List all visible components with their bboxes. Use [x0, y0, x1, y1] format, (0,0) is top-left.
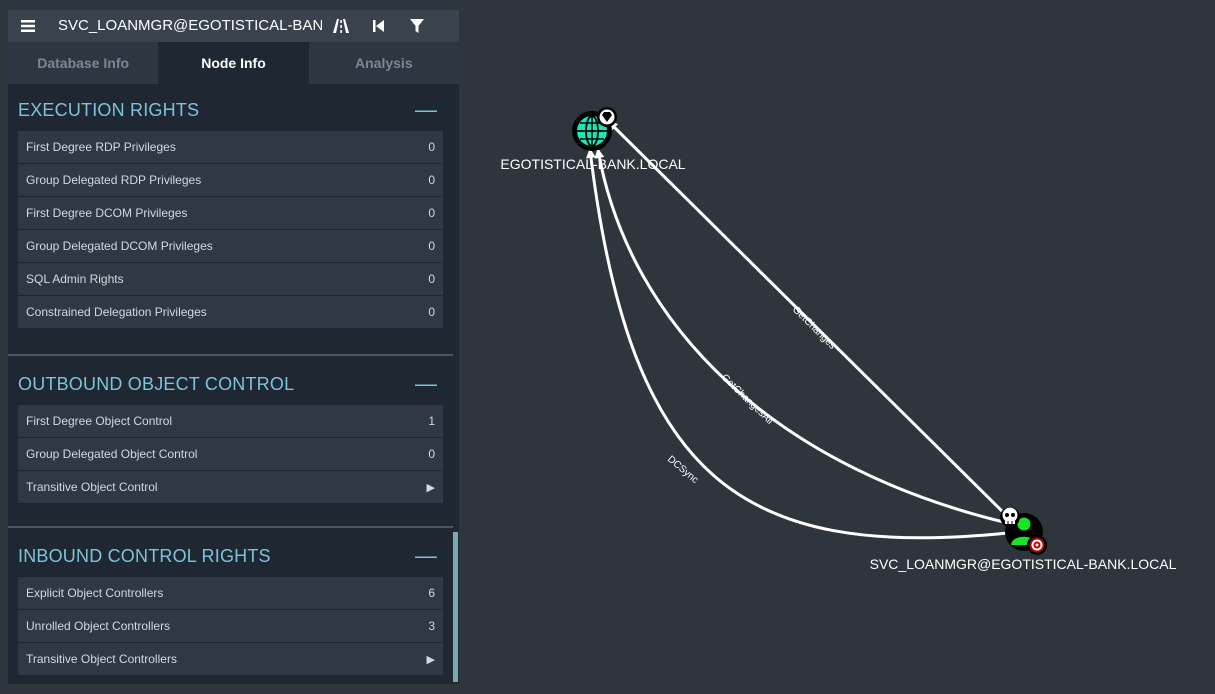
list-item[interactable]: Transitive Object Control ▶	[18, 471, 443, 504]
row-label: First Degree RDP Privileges	[26, 140, 176, 154]
row-value[interactable]: 0	[428, 272, 435, 286]
back-button[interactable]	[360, 10, 398, 42]
list-item[interactable]: Transitive Object Controllers ▶	[18, 643, 443, 676]
user-node[interactable]: SVC_LOANMGR@EGOTISTICAL-BANK.LOCAL	[870, 507, 1177, 572]
domain-node-label: EGOTISTICAL-BANK.LOCAL	[500, 156, 685, 172]
inbound-control-rights-list: Explicit Object Controllers 6 Unrolled Ob…	[18, 577, 443, 676]
collapse-icon[interactable]: —	[415, 99, 443, 121]
row-label: Constrained Delegation Privileges	[26, 305, 207, 319]
road-icon	[333, 19, 349, 33]
search-bar: SVC_LOANMGR@EGOTISTICAL-BANK.LOCAL	[8, 10, 459, 42]
edge-getchangesall[interactable]: GetChangesAll	[594, 148, 1013, 526]
pathfinding-button[interactable]	[322, 10, 360, 42]
section-title: EXECUTION RIGHTS	[18, 99, 200, 120]
filter-icon	[410, 19, 424, 33]
section-title: INBOUND CONTROL RIGHTS	[18, 545, 271, 566]
row-label: Group Delegated RDP Privileges	[26, 173, 202, 187]
domain-node[interactable]: EGOTISTICAL-BANK.LOCAL	[500, 107, 686, 172]
row-value[interactable]: 3	[428, 619, 435, 633]
list-item[interactable]: First Degree DCOM Privileges 0	[18, 197, 443, 230]
edge-dcsync[interactable]: DCSync	[586, 148, 1009, 540]
row-label: Explicit Object Controllers	[26, 586, 164, 600]
section-divider	[8, 354, 453, 356]
search-input[interactable]: SVC_LOANMGR@EGOTISTICAL-BANK.LOCAL	[48, 10, 322, 42]
edge-label-getchangesall: GetChangesAll	[719, 372, 775, 427]
user-node-label: SVC_LOANMGR@EGOTISTICAL-BANK.LOCAL	[870, 556, 1177, 572]
panel-tabs: Database Info Node Info Analysis	[8, 42, 459, 84]
execution-rights-header[interactable]: EXECUTION RIGHTS —	[18, 93, 443, 127]
list-item[interactable]: Group Delegated DCOM Privileges 0	[18, 230, 443, 263]
filter-button[interactable]	[398, 10, 436, 42]
list-item[interactable]: First Degree RDP Privileges 0	[18, 131, 443, 164]
collapse-icon[interactable]: —	[415, 545, 443, 567]
row-label: Transitive Object Controllers	[26, 652, 177, 666]
row-label: First Degree DCOM Privileges	[26, 206, 188, 220]
row-label: Group Delegated DCOM Privileges	[26, 239, 213, 253]
tab-database-info[interactable]: Database Info	[8, 42, 159, 84]
row-label: SQL Admin Rights	[26, 272, 124, 286]
expand-arrow-icon[interactable]: ▶	[427, 481, 435, 494]
row-value[interactable]: 0	[428, 447, 435, 461]
list-item[interactable]: SQL Admin Rights 0	[18, 263, 443, 296]
outbound-object-control-list: First Degree Object Control 1 Group Deleg…	[18, 405, 443, 504]
row-label: Transitive Object Control	[26, 480, 158, 494]
execution-rights-list: First Degree RDP Privileges 0 Group Deleg…	[18, 131, 443, 329]
list-item[interactable]: Group Delegated RDP Privileges 0	[18, 164, 443, 197]
row-value[interactable]: 1	[428, 414, 435, 428]
section-title: OUTBOUND OBJECT CONTROL	[18, 373, 295, 394]
tab-node-info[interactable]: Node Info	[158, 42, 309, 84]
list-item[interactable]: Constrained Delegation Privileges 0	[18, 296, 443, 329]
row-label: First Degree Object Control	[26, 414, 173, 428]
row-value[interactable]: 0	[428, 173, 435, 187]
row-value[interactable]: 0	[428, 239, 435, 253]
hamburger-icon	[21, 20, 35, 32]
node-info-panel: SVC_LOANMGR@EGOTISTICAL-BANK.LOCAL Datab…	[8, 10, 459, 684]
list-item[interactable]: First Degree Object Control 1	[18, 405, 443, 438]
section-divider	[8, 526, 453, 528]
row-label: Unrolled Object Controllers	[26, 619, 171, 633]
row-value[interactable]: 6	[428, 586, 435, 600]
row-label: Group Delegated Object Control	[26, 447, 198, 461]
scrollbar[interactable]	[453, 532, 458, 682]
menu-button[interactable]	[8, 10, 48, 42]
tab-analysis[interactable]: Analysis	[308, 42, 459, 84]
node-info-content[interactable]: EXECUTION RIGHTS — First Degree RDP Priv…	[8, 84, 459, 684]
target-badge-icon	[1027, 535, 1047, 555]
row-value[interactable]: 0	[428, 305, 435, 319]
row-value[interactable]: 0	[428, 206, 435, 220]
list-item[interactable]: Unrolled Object Controllers 3	[18, 610, 443, 643]
outbound-object-control-header[interactable]: OUTBOUND OBJECT CONTROL —	[18, 367, 443, 401]
list-item[interactable]: Explicit Object Controllers 6	[18, 577, 443, 610]
skull-badge-icon	[1000, 507, 1020, 527]
collapse-icon[interactable]: —	[415, 373, 443, 395]
edge-label-getchanges: GetChanges	[790, 304, 838, 351]
diamond-badge-icon	[597, 107, 617, 127]
inbound-control-rights-header[interactable]: INBOUND CONTROL RIGHTS —	[18, 539, 443, 573]
list-item[interactable]: Group Delegated Object Control 0	[18, 438, 443, 471]
step-backward-icon	[373, 20, 384, 32]
expand-arrow-icon[interactable]: ▶	[427, 653, 435, 666]
row-value[interactable]: 0	[428, 140, 435, 154]
